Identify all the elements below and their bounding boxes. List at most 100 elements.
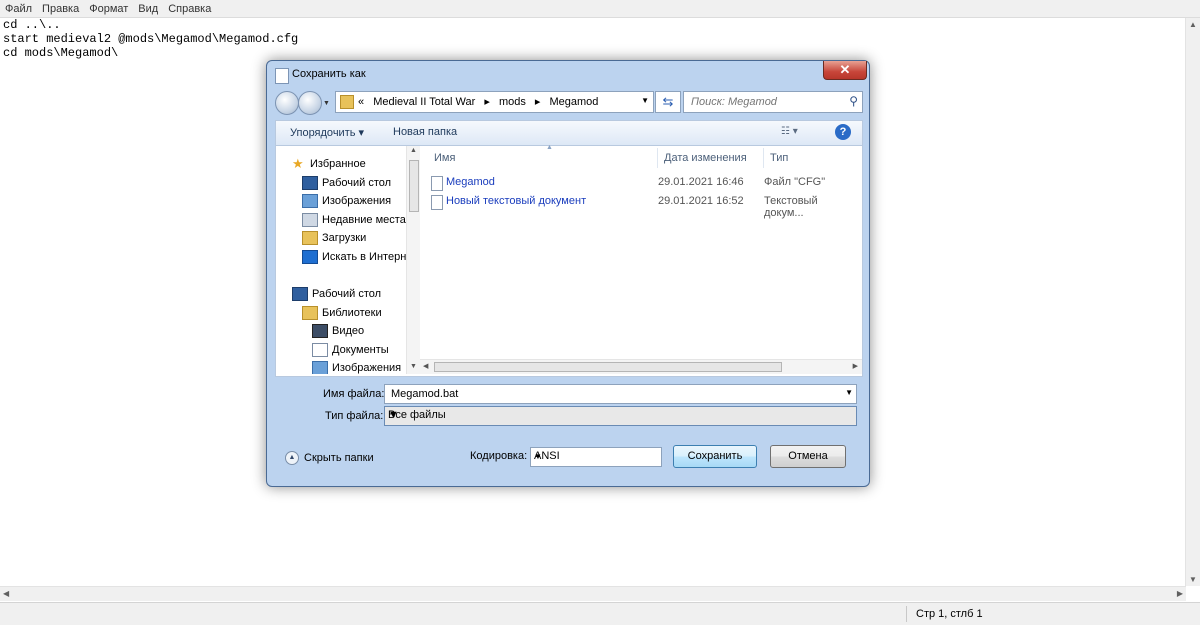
back-button[interactable]	[275, 91, 299, 115]
breadcrumb-megamod[interactable]: Megamod	[550, 96, 599, 108]
pictures-icon	[312, 361, 328, 374]
downloads-icon	[302, 231, 318, 245]
editor-line-1: cd ..\..	[3, 18, 61, 32]
new-folder-button[interactable]: Новая папка	[393, 126, 457, 138]
breadcrumb: « Medieval II Total War ▸ mods ▸ Megamod	[358, 95, 604, 108]
status-bar: Стр 1, стлб 1	[0, 602, 1200, 625]
scroll-right-icon[interactable]: ▶	[1177, 589, 1183, 598]
nav-pictures[interactable]: Изображения	[312, 359, 401, 374]
sort-ascending-icon: ▲	[546, 144, 553, 151]
nav-videos[interactable]: Видео	[312, 322, 364, 340]
navigation-row: ▼ « Medieval II Total War ▸ mods ▸ Megam…	[275, 90, 863, 116]
scroll-left-icon[interactable]: ◀	[3, 589, 9, 598]
search-input[interactable]	[689, 95, 843, 109]
filename-field[interactable]: ▼	[384, 384, 857, 404]
close-button[interactable]: ✕	[823, 61, 867, 80]
column-type[interactable]: Тип	[770, 152, 788, 164]
menu-view[interactable]: Вид	[133, 3, 163, 15]
text-file-icon	[431, 195, 443, 210]
search-box[interactable]: ⚲	[683, 91, 863, 113]
file-row[interactable]: Megamod 29.01.2021 16:46 Файл "CFG"	[428, 174, 858, 192]
documents-icon	[312, 343, 328, 357]
search-icon[interactable]: ⚲	[849, 94, 858, 108]
nav-scroll-thumb[interactable]	[409, 160, 419, 212]
menu-format[interactable]: Формат	[84, 3, 133, 15]
scroll-up-icon[interactable]: ▲	[410, 147, 417, 154]
forward-button[interactable]	[298, 91, 322, 115]
address-bar[interactable]: « Medieval II Total War ▸ mods ▸ Megamod…	[335, 91, 654, 113]
nav-documents[interactable]: Документы	[312, 341, 389, 359]
chevron-down-icon[interactable]: ▼	[534, 452, 657, 461]
column-name[interactable]: Имя	[434, 152, 455, 164]
hide-folders-label: Скрыть папки	[304, 452, 374, 464]
organize-label: Упорядочить	[290, 127, 356, 139]
nav-search-web[interactable]: Искать в Интернете	[302, 248, 406, 266]
menu-file[interactable]: Файл	[0, 3, 37, 15]
chevron-down-icon[interactable]: ▼	[845, 388, 853, 397]
file-list-hscrollbar[interactable]: ◀ ▶	[420, 359, 862, 374]
nav-libraries[interactable]: Библиотеки	[302, 304, 382, 322]
scroll-down-icon[interactable]: ▼	[1189, 575, 1197, 584]
nav-videos-label: Видео	[332, 325, 365, 337]
file-list: ▲ Имя Дата изменения Тип Megamod 29.01.2…	[420, 144, 862, 374]
libraries-icon	[302, 306, 318, 320]
view-options-icon[interactable]: ☷ ▾	[781, 126, 798, 137]
breadcrumb-separator-icon[interactable]: ▸	[535, 96, 541, 108]
cancel-button[interactable]: Отмена	[770, 445, 846, 468]
nav-libraries-label: Библиотеки	[322, 307, 382, 319]
file-type: Файл "CFG"	[764, 176, 826, 188]
nav-downloads[interactable]: Загрузки	[302, 229, 366, 247]
scroll-up-icon[interactable]: ▲	[1189, 20, 1197, 29]
dialog-footer: ▲ Скрыть папки Кодировка: ANSI ▼ Сохрани…	[275, 442, 861, 482]
organize-button[interactable]: Упорядочить ▾	[290, 126, 364, 139]
filetype-select[interactable]: Все файлы ▼	[384, 406, 857, 426]
nav-desktop-label: Рабочий стол	[312, 288, 382, 300]
file-row[interactable]: Новый текстовый документ 29.01.2021 16:5…	[428, 193, 858, 219]
nav-pictures-label: Изображения	[332, 362, 402, 374]
nav-recent[interactable]: Недавние места	[302, 211, 406, 229]
scroll-down-icon[interactable]: ▼	[410, 363, 417, 370]
nav-scrollbar[interactable]: ▲ ▼	[406, 146, 420, 374]
breadcrumb-overflow[interactable]: «	[358, 96, 364, 108]
history-dropdown-icon[interactable]: ▼	[323, 100, 330, 107]
help-icon[interactable]: ?	[835, 124, 851, 140]
column-divider[interactable]	[763, 148, 764, 168]
breadcrumb-separator-icon[interactable]: ▸	[484, 96, 490, 108]
file-list-scroll-thumb[interactable]	[434, 362, 782, 372]
scroll-left-icon[interactable]: ◀	[423, 362, 428, 370]
video-icon	[312, 324, 328, 338]
nav-favorites[interactable]: ★ Избранное	[292, 155, 366, 173]
save-button[interactable]: Сохранить	[673, 445, 757, 468]
nav-pictures-fav[interactable]: Изображения	[302, 192, 391, 210]
nav-recent-label: Недавние места	[322, 214, 406, 226]
horizontal-scrollbar[interactable]: ◀ ▶	[0, 586, 1186, 601]
filename-input[interactable]	[389, 387, 833, 401]
chevron-down-icon[interactable]: ▼	[388, 409, 853, 421]
column-date[interactable]: Дата изменения	[664, 152, 747, 164]
nav-desktop-fav[interactable]: Рабочий стол	[302, 174, 391, 192]
file-type: Текстовый докум...	[764, 195, 818, 219]
pictures-icon	[302, 194, 318, 208]
refresh-button[interactable]: ⇆	[655, 91, 681, 113]
filename-label: Имя файла:	[323, 388, 385, 400]
chevron-down-icon: ▾	[358, 127, 365, 139]
nav-desktop[interactable]: Рабочий стол	[292, 285, 381, 303]
hide-folders-button[interactable]: ▲ Скрыть папки	[285, 451, 374, 465]
breadcrumb-medieval[interactable]: Medieval II Total War	[373, 96, 475, 108]
vertical-scrollbar[interactable]: ▲ ▼	[1185, 18, 1200, 586]
cursor-position: Стр 1, стлб 1	[916, 608, 983, 620]
desktop-icon	[292, 287, 308, 301]
breadcrumb-mods[interactable]: mods	[499, 96, 526, 108]
menu-bar: Файл Правка Формат Вид Справка	[0, 0, 1200, 18]
column-divider[interactable]	[657, 148, 658, 168]
encoding-select[interactable]: ANSI ▼	[530, 447, 662, 467]
desktop-icon	[302, 176, 318, 190]
nav-pictures-fav-label: Изображения	[322, 195, 392, 207]
menu-edit[interactable]: Правка	[37, 3, 84, 15]
menu-help[interactable]: Справка	[163, 3, 216, 15]
save-as-dialog: Сохранить как ✕ ▼ « Medieval II Total Wa…	[266, 60, 870, 487]
scroll-right-icon[interactable]: ▶	[853, 362, 858, 370]
address-dropdown-icon[interactable]: ▼	[641, 96, 649, 105]
dialog-titlebar[interactable]: Сохранить как ✕	[267, 61, 869, 87]
cfg-file-icon	[431, 176, 443, 191]
